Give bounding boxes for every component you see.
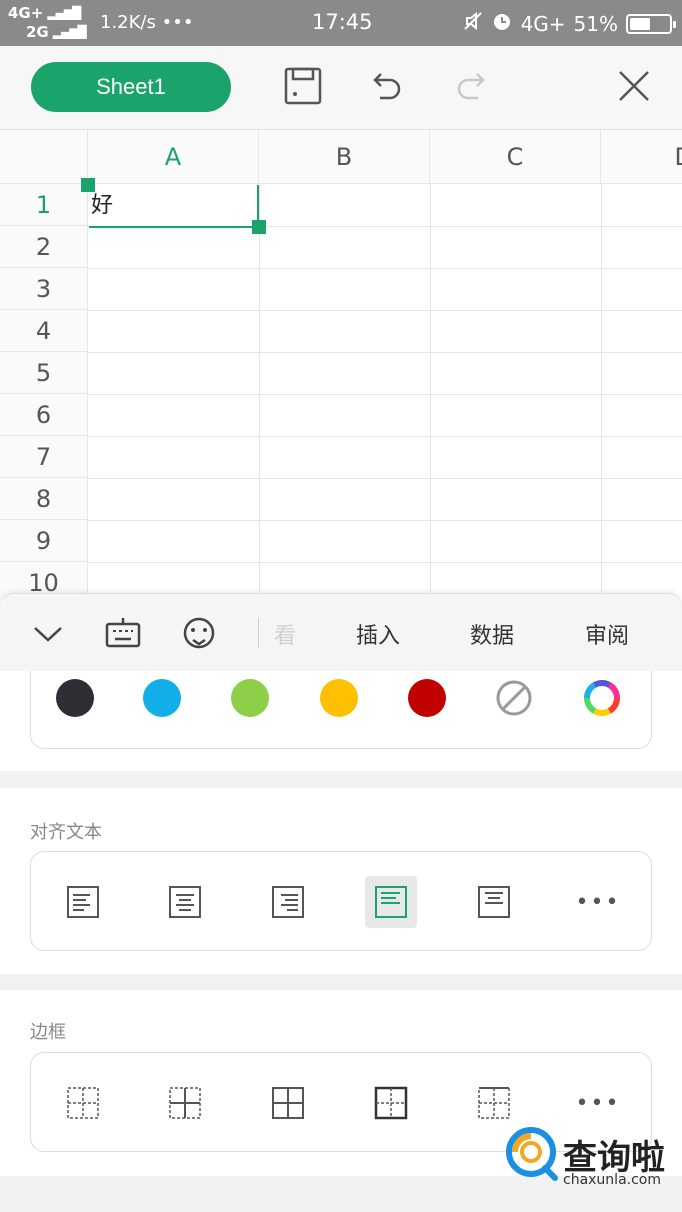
watermark-magnifier-icon bbox=[506, 1127, 558, 1181]
grid-line bbox=[88, 562, 682, 563]
save-icon[interactable] bbox=[283, 66, 323, 106]
grid-line bbox=[88, 436, 682, 437]
mute-icon bbox=[463, 11, 483, 36]
emoji-icon[interactable] bbox=[181, 616, 215, 650]
section-title-border: 边框 bbox=[30, 1022, 66, 1043]
watermark-logo: 查询啦 chaxunla.com bbox=[505, 1124, 675, 1194]
selection-border bbox=[89, 226, 259, 228]
network-speed-text: 1.2K/s bbox=[100, 12, 156, 33]
color-wheel-icon[interactable] bbox=[583, 679, 621, 717]
color-swatch-red[interactable] bbox=[408, 679, 446, 717]
keyboard-icon[interactable] bbox=[105, 616, 141, 650]
align-left-icon[interactable] bbox=[57, 876, 109, 928]
align-top-center-icon[interactable] bbox=[468, 876, 520, 928]
grid-line bbox=[88, 394, 682, 395]
border-none-icon[interactable] bbox=[57, 1077, 109, 1129]
column-header-c[interactable]: C bbox=[430, 130, 601, 184]
color-swatch-blue[interactable] bbox=[143, 679, 181, 717]
more-icon[interactable]: ••• bbox=[572, 876, 624, 928]
spreadsheet-toolbar: Sheet1 bbox=[0, 46, 682, 130]
row-header-1[interactable]: 1 bbox=[0, 184, 88, 226]
section-title-align: 对齐文本 bbox=[30, 822, 102, 843]
bottom-tab-bar: 看 插入 数据 审阅 bbox=[0, 593, 682, 671]
row-header-6[interactable]: 6 bbox=[0, 394, 88, 436]
grid-line bbox=[259, 184, 260, 600]
status-bar: 4G+ ▂▄▆█ 2G ▂▄▆█ 1.2K/s ••• 17:45 4G+ 51% bbox=[0, 0, 682, 46]
column-header-a[interactable]: A bbox=[88, 130, 259, 184]
signal-bars-icon: ▂▄▆█ bbox=[47, 6, 81, 20]
column-header-b[interactable]: B bbox=[259, 130, 430, 184]
row-header-4[interactable]: 4 bbox=[0, 310, 88, 352]
sheet-tab-button[interactable]: Sheet1 bbox=[31, 62, 231, 112]
color-swatch-yellow[interactable] bbox=[320, 679, 358, 717]
grid-line bbox=[601, 184, 602, 600]
more-notifications-icon: ••• bbox=[161, 12, 194, 33]
selection-handle-bottom-right[interactable] bbox=[252, 220, 266, 234]
status-right: 4G+ 51% bbox=[463, 10, 676, 37]
selection-handle-top-left[interactable] bbox=[81, 178, 95, 192]
signal-indicator: 4G+ ▂▄▆█ 2G ▂▄▆█ bbox=[8, 4, 87, 42]
signal-bars-icon: ▂▄▆█ bbox=[52, 25, 87, 39]
align-section: 对齐文本 ••• bbox=[0, 788, 682, 974]
network-label-right: 4G+ bbox=[520, 11, 566, 36]
grid-line bbox=[88, 352, 682, 353]
grid-line bbox=[88, 520, 682, 521]
cell-a1[interactable]: 好 bbox=[89, 185, 259, 227]
align-center-icon[interactable] bbox=[159, 876, 211, 928]
alarm-icon bbox=[491, 10, 513, 37]
clock: 17:45 bbox=[312, 10, 373, 34]
redo-icon[interactable] bbox=[452, 66, 492, 106]
grid-line bbox=[88, 310, 682, 311]
network-label-2g: 2G bbox=[26, 23, 49, 41]
grid-line bbox=[88, 478, 682, 479]
color-section bbox=[0, 671, 682, 771]
battery-icon bbox=[626, 13, 676, 34]
row-header-7[interactable]: 7 bbox=[0, 436, 88, 478]
tab-view-partial[interactable]: 看 bbox=[274, 618, 296, 650]
row-header-8[interactable]: 8 bbox=[0, 478, 88, 520]
row-header-2[interactable]: 2 bbox=[0, 226, 88, 268]
row-header-3[interactable]: 3 bbox=[0, 268, 88, 310]
align-right-icon[interactable] bbox=[262, 876, 314, 928]
grid-line bbox=[430, 184, 431, 600]
border-all-icon[interactable] bbox=[262, 1077, 314, 1129]
watermark-url: chaxunla.com bbox=[563, 1172, 661, 1188]
tab-review[interactable]: 审阅 bbox=[585, 618, 629, 650]
color-swatch-black[interactable] bbox=[56, 679, 94, 717]
tab-divider bbox=[258, 618, 259, 648]
color-card bbox=[30, 671, 652, 749]
border-inner-icon[interactable] bbox=[159, 1077, 211, 1129]
corner-header[interactable] bbox=[0, 130, 88, 184]
column-header-d[interactable]: D bbox=[601, 130, 682, 184]
color-swatch-green[interactable] bbox=[231, 679, 269, 717]
close-icon[interactable] bbox=[614, 66, 654, 106]
undo-icon[interactable] bbox=[366, 66, 406, 106]
align-card: ••• bbox=[30, 851, 652, 951]
tab-insert[interactable]: 插入 bbox=[356, 618, 400, 650]
align-top-left-icon[interactable] bbox=[365, 876, 417, 928]
border-outer-icon[interactable] bbox=[365, 1077, 417, 1129]
spreadsheet-grid[interactable]: A B C D 1 2 3 4 5 6 7 8 9 10 好 bbox=[0, 130, 682, 600]
grid-line bbox=[88, 268, 682, 269]
network-label: 4G+ bbox=[8, 4, 44, 22]
border-dashed-icon[interactable] bbox=[468, 1077, 520, 1129]
network-speed: 1.2K/s ••• bbox=[100, 12, 193, 33]
row-header-9[interactable]: 9 bbox=[0, 520, 88, 562]
no-color-icon[interactable] bbox=[495, 679, 533, 717]
row-header-5[interactable]: 5 bbox=[0, 352, 88, 394]
tab-data[interactable]: 数据 bbox=[470, 618, 514, 650]
battery-percent: 51% bbox=[573, 11, 618, 36]
chevron-down-icon[interactable] bbox=[31, 616, 65, 650]
more-icon[interactable]: ••• bbox=[572, 1077, 624, 1129]
